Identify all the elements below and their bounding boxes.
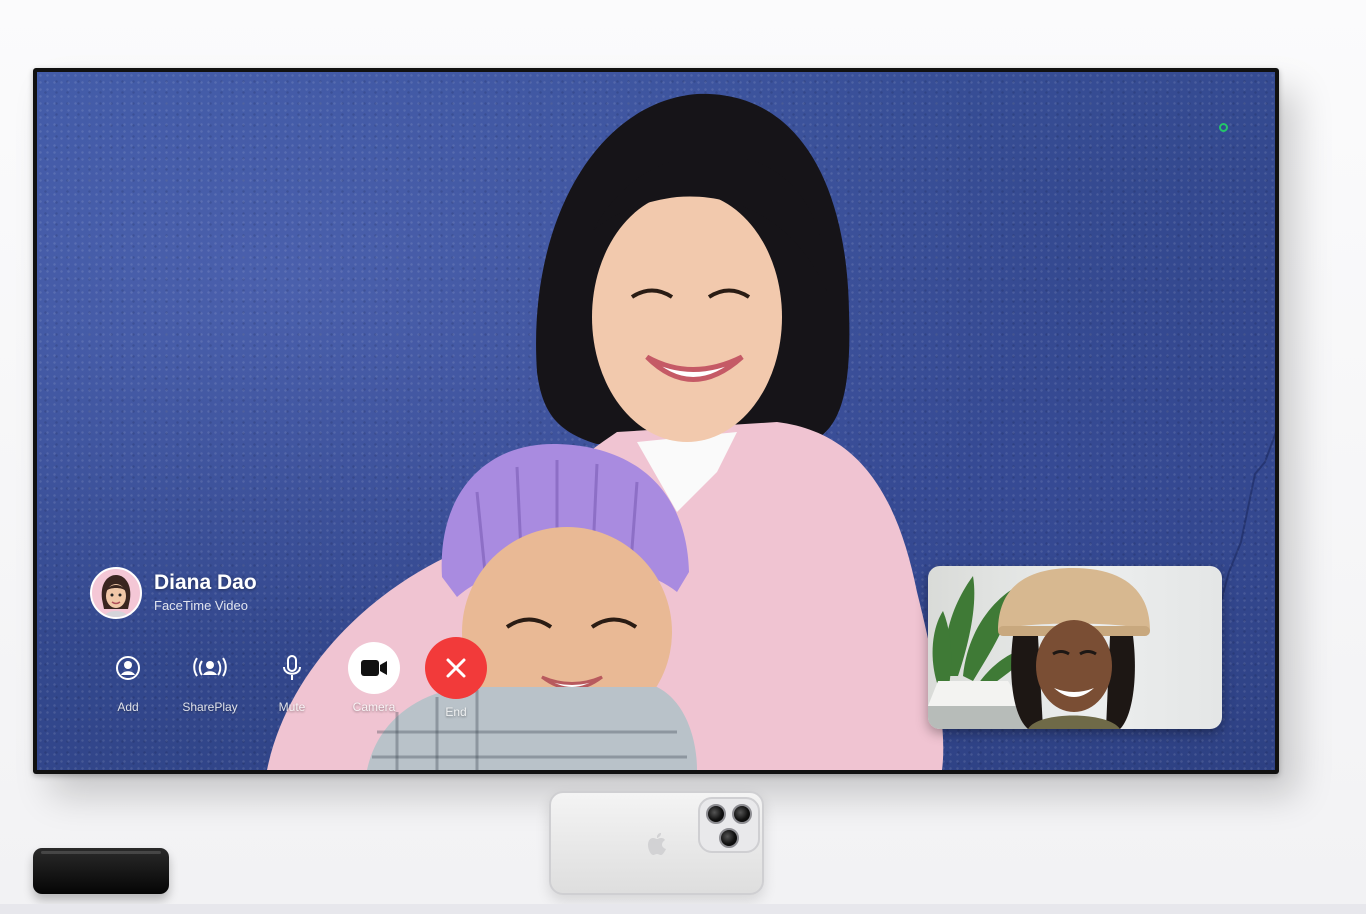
page-bottom-strip: [0, 904, 1366, 914]
shareplay-button[interactable]: [184, 642, 236, 694]
mute-label: Mute: [278, 700, 306, 714]
lens-icon: [732, 804, 752, 824]
video-camera-icon: [361, 660, 387, 676]
mute-button[interactable]: [266, 642, 318, 694]
self-view-video: [928, 568, 1150, 729]
end-label: End: [445, 705, 467, 719]
call-controls: Add SharePlay Mute Camera End: [87, 637, 497, 719]
caller-avatar: [90, 567, 142, 619]
caller-name: Diana Dao: [154, 571, 257, 594]
mute-control: Mute: [251, 642, 333, 719]
iphone-device: [549, 791, 764, 895]
add-control: Add: [87, 642, 169, 719]
add-person-icon: [116, 656, 140, 680]
camera-active-indicator: [1219, 123, 1228, 132]
add-button[interactable]: [102, 642, 154, 694]
shareplay-control: SharePlay: [169, 642, 251, 719]
camera-button[interactable]: [348, 642, 400, 694]
camera-module: [698, 797, 760, 853]
memoji-icon: [101, 575, 131, 617]
add-label: Add: [117, 700, 139, 714]
caller-info: Diana Dao FaceTime Video: [90, 567, 257, 619]
call-type-label: FaceTime Video: [154, 598, 248, 613]
close-icon: [446, 658, 466, 678]
shareplay-icon: [193, 657, 227, 677]
apple-logo-icon: [648, 833, 666, 855]
facetime-call-screen: Diana Dao FaceTime Video Add SharePlay M…: [37, 72, 1275, 770]
end-control: End: [415, 637, 497, 719]
product-scene: Diana Dao FaceTime Video Add SharePlay M…: [0, 0, 1366, 914]
woman-face: [592, 192, 782, 442]
apple-tv-device: [33, 848, 169, 894]
camera-label: Camera: [352, 700, 396, 714]
camera-control: Camera: [333, 642, 415, 719]
television: Diana Dao FaceTime Video Add SharePlay M…: [33, 68, 1279, 774]
end-call-button[interactable]: [425, 637, 487, 699]
man-face: [1036, 620, 1112, 712]
self-view-pip[interactable]: [928, 566, 1222, 729]
shareplay-label: SharePlay: [182, 700, 238, 714]
microphone-icon: [283, 655, 301, 680]
lens-icon: [719, 828, 739, 848]
lens-icon: [706, 804, 726, 824]
